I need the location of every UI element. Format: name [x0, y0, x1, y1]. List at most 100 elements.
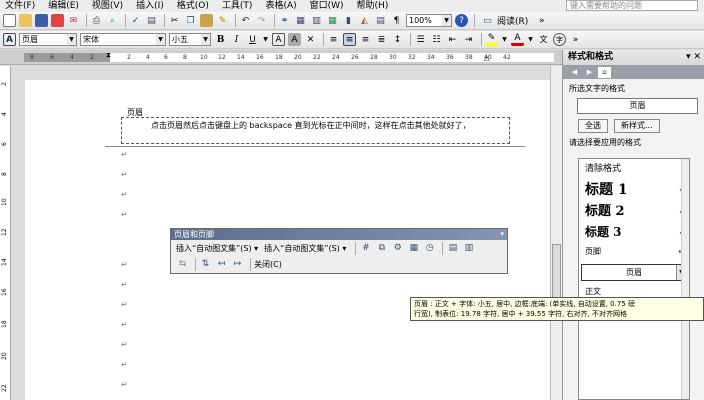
chevron-down-icon[interactable]: ▼ [527, 33, 534, 46]
line-spacing-icon[interactable]: ↕ [391, 33, 404, 46]
redo-icon[interactable]: ↷ [255, 14, 268, 27]
bullets-icon[interactable]: ☷ [430, 33, 443, 46]
phonetic-guide-icon[interactable]: 文 [537, 33, 550, 46]
menu-format[interactable]: 格式(O) [172, 0, 217, 12]
font-select[interactable]: 宋体 ▼ [80, 33, 166, 46]
paste-icon[interactable] [200, 14, 213, 27]
close-icon[interactable]: ▾ ✕ [686, 50, 701, 65]
char-scale-icon[interactable]: ✕ [304, 33, 317, 46]
format-painter-icon[interactable]: ✎ [216, 14, 229, 27]
menu-view[interactable]: 视图(V) [87, 0, 131, 12]
select-all-button[interactable]: 全选 [578, 119, 608, 133]
insert-autotext-button[interactable]: 插入“自动图文集”(S) ▾ [176, 243, 258, 254]
back-icon[interactable]: ◀ [568, 67, 581, 78]
research-icon[interactable]: ▤ [145, 14, 158, 27]
page-count-icon[interactable]: ⧉ [375, 242, 388, 255]
same-as-previous-icon[interactable]: ⇆ [176, 258, 189, 271]
help-search-input[interactable]: 键入需要帮助的问题 [566, 0, 698, 11]
read-button[interactable]: ▭ 阅读(R) [478, 14, 531, 28]
numbering-icon[interactable]: ☰ [414, 33, 427, 46]
print-icon[interactable]: ⎙ [90, 14, 103, 27]
vertical-ruler[interactable]: 2 4 6 8 10 12 14 16 18 20 22 [0, 66, 11, 400]
insert-excel-icon[interactable]: ▦ [326, 14, 339, 27]
toolbar-options-icon[interactable]: » [535, 14, 548, 27]
open-folder-icon[interactable] [19, 14, 32, 27]
format-page-number-icon[interactable]: ⚙ [391, 242, 404, 255]
style-list-scrollbar[interactable] [681, 159, 689, 399]
hyperlink-icon[interactable]: ⚭ [278, 14, 291, 27]
highlight-icon[interactable]: ✎ [485, 33, 498, 46]
menu-window[interactable]: 窗口(W) [305, 0, 352, 12]
char-shading-icon[interactable]: A [288, 33, 301, 46]
show-hide-icon[interactable]: ¶ [390, 14, 403, 27]
insert-time-icon[interactable]: ◷ [423, 242, 436, 255]
home-icon[interactable]: ⌂ [598, 66, 611, 78]
styles-formatting-icon[interactable]: A [3, 33, 16, 46]
page-number-icon[interactable]: # [359, 242, 372, 255]
enclose-char-icon[interactable]: 字 [553, 33, 566, 46]
toolbar-close-icon[interactable]: ▾ [500, 229, 504, 240]
align-right-icon[interactable]: ≡ [359, 33, 372, 46]
menu-help[interactable]: 帮助(H) [352, 0, 397, 12]
close-header-footer-button[interactable]: 关闭(C) [254, 259, 282, 270]
selected-format-field[interactable]: 页眉 [577, 98, 698, 114]
copy-icon[interactable]: ❐ [184, 14, 197, 27]
insert-date-icon[interactable]: ▦ [407, 242, 420, 255]
forward-icon[interactable]: ▶ [583, 67, 596, 78]
vertical-scrollbar[interactable] [550, 66, 562, 400]
align-justify-icon[interactable]: ≡ [327, 33, 340, 46]
chevron-down-icon[interactable]: ▼ [501, 33, 508, 46]
menu-insert[interactable]: 插入(I) [131, 0, 172, 12]
bold-icon[interactable]: B [214, 33, 227, 46]
underline-icon[interactable]: U [246, 33, 259, 46]
tables-borders-icon[interactable]: ▦ [294, 14, 307, 27]
header-text[interactable]: 点击页眉然后点击键盘上的 backspace 直到光标在正中间时，这样在点击其他… [151, 120, 471, 131]
hf-toolbar-title[interactable]: 页眉和页脚 ▾ [171, 229, 507, 240]
menu-tools[interactable]: 工具(T) [217, 0, 261, 12]
menu-table[interactable]: 表格(A) [260, 0, 304, 12]
style-select[interactable]: 页眉 ▼ [19, 33, 77, 46]
toolbar-options-icon[interactable]: » [569, 33, 582, 46]
save-icon[interactable] [35, 14, 48, 27]
style-item-heading-2[interactable]: 标题 2↵ [579, 201, 689, 222]
horizontal-ruler[interactable]: 8 6 4 2 2 4 6 8 10 12 14 16 18 20 22 24 … [0, 50, 562, 65]
style-item-heading-3[interactable]: 标题 3↵ [579, 222, 689, 243]
decrease-indent-icon[interactable]: ⇤ [446, 33, 459, 46]
style-item-clear[interactable]: 清除格式 [579, 159, 689, 179]
show-previous-icon[interactable]: ↤ [215, 258, 228, 271]
zoom-select[interactable]: 100% ▼ [406, 14, 452, 27]
style-list[interactable]: 清除格式 标题 1↵ 标题 2↵ 标题 3↵ 页脚↵ 页眉▼ 正文 [578, 158, 690, 400]
undo-icon[interactable]: ↶ [239, 14, 252, 27]
char-border-icon[interactable]: A [272, 33, 285, 46]
document-map-icon[interactable]: ▤ [374, 14, 387, 27]
font-size-select[interactable]: 小五 ▼ [169, 33, 211, 46]
indent-marker-icon[interactable]: ⧗ [106, 51, 111, 60]
email-icon[interactable]: ✉ [67, 14, 80, 27]
show-next-icon[interactable]: ↦ [231, 258, 244, 271]
show-hide-text-icon[interactable]: ▥ [462, 242, 475, 255]
menu-edit[interactable]: 编辑(E) [43, 0, 87, 12]
style-item-header-selected[interactable]: 页眉▼ [581, 264, 687, 281]
permission-icon[interactable] [51, 14, 64, 27]
print-preview-icon[interactable]: ⌕ [106, 14, 119, 27]
style-item-heading-1[interactable]: 标题 1↵ [579, 179, 689, 201]
chevron-down-icon[interactable]: ▼ [262, 33, 269, 46]
help-icon[interactable]: ? [455, 14, 468, 27]
increase-indent-icon[interactable]: ⇥ [462, 33, 475, 46]
insert-table-icon[interactable]: ▥ [310, 14, 323, 27]
page-setup-icon[interactable]: ▤ [446, 242, 459, 255]
drawing-icon[interactable]: ◭ [358, 14, 371, 27]
indent-marker-icon[interactable]: △ [484, 54, 489, 62]
insert-autotext-button-2[interactable]: 插入“自动图文集”(S) ▾ [264, 243, 346, 254]
menu-file[interactable]: 文件(F) [0, 0, 43, 12]
new-style-button[interactable]: 新样式... [614, 119, 660, 133]
distributed-icon[interactable]: ≣ [375, 33, 388, 46]
align-center-icon[interactable]: ≡ [343, 33, 356, 46]
columns-icon[interactable]: ▮ [342, 14, 355, 27]
spelling-icon[interactable]: ✓ [129, 14, 142, 27]
switch-header-footer-icon[interactable]: ⇅ [199, 258, 212, 271]
italic-icon[interactable]: I [230, 33, 243, 46]
font-color-icon[interactable]: A [511, 33, 524, 46]
style-item-footer[interactable]: 页脚↵ [579, 243, 689, 261]
cut-icon[interactable]: ✂ [168, 14, 181, 27]
